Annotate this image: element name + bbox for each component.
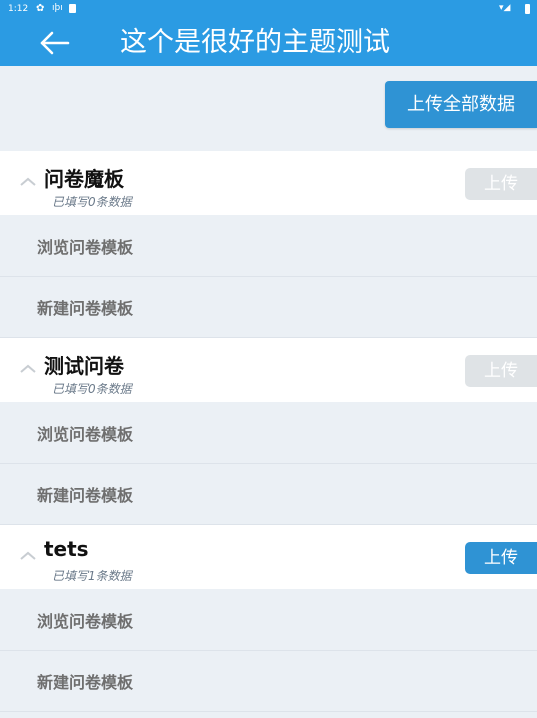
- list-item-label: 新建问卷模板: [37, 299, 134, 318]
- upload-button[interactable]: 上传: [465, 355, 537, 387]
- wifi-icon: ▾◢: [499, 3, 511, 13]
- list-item-label: 浏览问卷模板: [37, 612, 134, 631]
- upload-button[interactable]: 上传: [465, 542, 537, 574]
- app-screen: 1:12 ✿ ıþı ▾◢ 这个是很好的主题测试 上传全部数据 问卷魔板 已填写…: [0, 0, 537, 718]
- chevron-up-icon[interactable]: [19, 549, 37, 561]
- list-item-browse-template[interactable]: 浏览问卷模板: [0, 403, 537, 464]
- list-item-label: 浏览问卷模板: [37, 425, 134, 444]
- group-count: 已填写0条数据: [52, 195, 132, 209]
- group-header-1[interactable]: 问卷魔板 已填写0条数据 上传: [0, 151, 537, 215]
- list-item-browse-template[interactable]: 浏览问卷模板: [0, 216, 537, 277]
- group-count: 已填写1条数据: [52, 569, 132, 583]
- battery-icon: [525, 4, 530, 14]
- arrow-back-icon[interactable]: [36, 26, 76, 60]
- list-item-label: 新建问卷模板: [37, 486, 134, 505]
- list-item-new-template[interactable]: 新建问卷模板: [0, 277, 537, 338]
- page-title: 这个是很好的主题测试: [120, 27, 390, 58]
- list-item-label: 新建问卷模板: [37, 673, 134, 692]
- list-item-new-template[interactable]: 新建问卷模板: [0, 651, 537, 712]
- group-title: 测试问卷: [44, 354, 124, 378]
- group-title: tets: [44, 537, 89, 561]
- sd-card-icon: [69, 4, 76, 13]
- gear-icon: ✿: [36, 3, 45, 14]
- group-count: 已填写0条数据: [52, 382, 132, 396]
- chevron-up-icon[interactable]: [19, 362, 37, 374]
- status-bar: 1:12 ✿ ıþı ▾◢: [0, 0, 537, 20]
- app-bar: 这个是很好的主题测试: [0, 20, 537, 66]
- list-item-browse-template[interactable]: 浏览问卷模板: [0, 590, 537, 651]
- group-header-3[interactable]: tets 已填写1条数据 上传: [0, 525, 537, 589]
- status-time: 1:12: [8, 4, 29, 14]
- group-title: 问卷魔板: [44, 167, 124, 191]
- list-item-new-template[interactable]: 新建问卷模板: [0, 464, 537, 525]
- upload-button[interactable]: 上传: [465, 168, 537, 200]
- group-header-2[interactable]: 测试问卷 已填写0条数据 上传: [0, 338, 537, 402]
- chevron-up-icon[interactable]: [19, 175, 37, 187]
- vibrate-icon: ıþı: [52, 3, 63, 13]
- upload-all-button[interactable]: 上传全部数据: [385, 81, 537, 128]
- list-item-label: 浏览问卷模板: [37, 238, 134, 257]
